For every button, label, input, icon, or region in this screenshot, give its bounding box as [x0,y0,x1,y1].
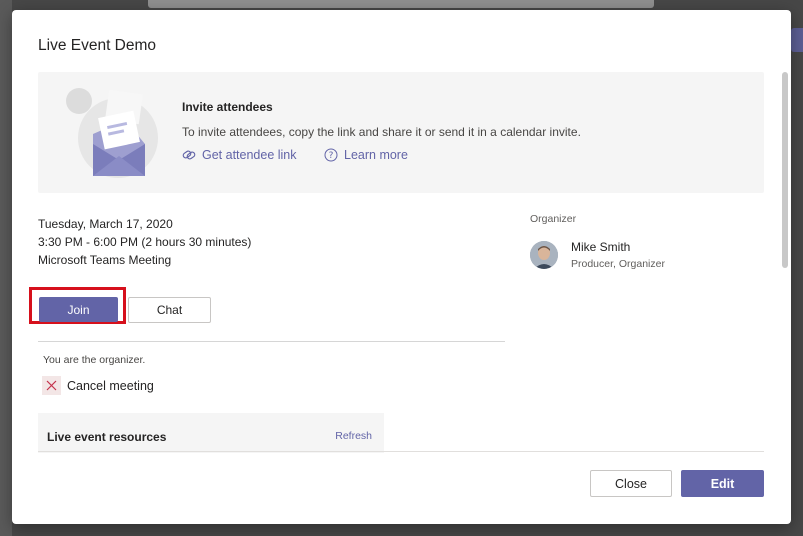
organizer-card: Mike Smith Producer, Organizer [530,240,665,270]
live-event-resources: Live event resources Refresh [38,413,384,453]
organizer-role: Producer, Organizer [571,258,665,270]
avatar [530,241,558,269]
close-x-icon [42,376,61,395]
join-button[interactable]: Join [39,297,118,322]
scrollbar[interactable] [782,72,788,268]
invite-title: Invite attendees [182,100,273,114]
invite-card: Invite attendees To invite attendees, co… [38,72,764,193]
organizer-name: Mike Smith [571,240,631,254]
event-time: 3:30 PM - 6:00 PM (2 hours 30 minutes) [38,235,252,249]
event-location: Microsoft Teams Meeting [38,253,172,267]
resources-title: Live event resources [47,430,167,444]
dialog-content: Invite attendees To invite attendees, co… [12,70,791,453]
event-details: Tuesday, March 17, 2020 3:30 PM - 6:00 P… [38,215,251,269]
envelope-invite-illustration [66,88,158,178]
help-circle-icon: ? [324,148,338,162]
invite-description: To invite attendees, copy the link and s… [182,125,581,139]
backdrop-left-pane [0,0,12,536]
dialog-title: Live Event Demo [38,37,157,54]
refresh-link[interactable]: Refresh [335,430,372,442]
get-attendee-link-label: Get attendee link [202,148,297,162]
backdrop-search-bar [148,0,654,8]
link-icon [182,150,196,160]
organizer-section-label: Organizer [530,213,577,225]
learn-more-label: Learn more [344,148,408,162]
svg-text:?: ? [329,151,334,161]
section-divider [38,341,505,342]
footer-divider [38,451,764,452]
backdrop-right-button [791,28,803,52]
cancel-meeting-button[interactable]: Cancel meeting [42,376,154,395]
get-attendee-link[interactable]: Get attendee link [182,148,297,162]
organizer-note: You are the organizer. [43,354,146,366]
cancel-meeting-label: Cancel meeting [67,378,154,393]
chat-button[interactable]: Chat [128,297,211,323]
edit-button[interactable]: Edit [681,470,764,497]
close-button[interactable]: Close [590,470,672,497]
event-dialog: Live Event Demo Invite attendees To invi… [12,10,791,524]
event-date: Tuesday, March 17, 2020 [38,217,173,231]
learn-more-link[interactable]: ? Learn more [324,148,408,162]
